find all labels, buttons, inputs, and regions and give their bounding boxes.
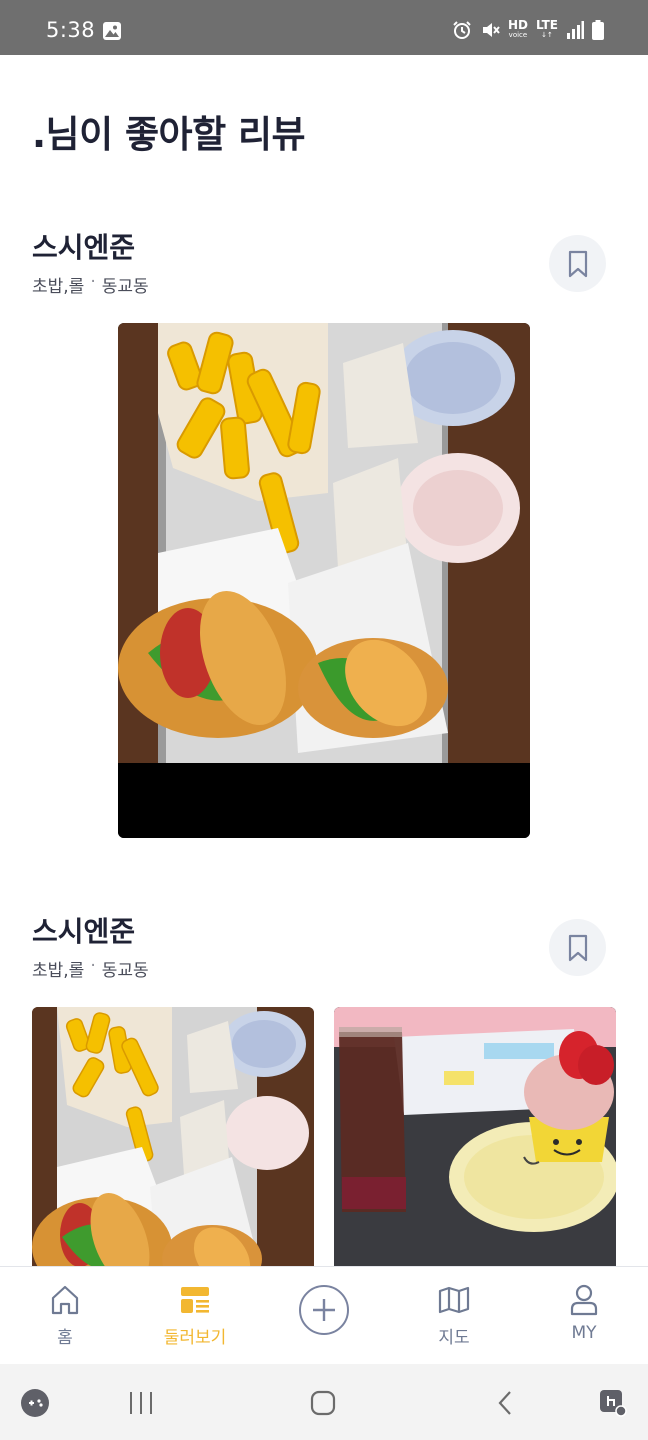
nav-explore[interactable]: 둘러보기 xyxy=(140,1267,250,1365)
profile-icon xyxy=(567,1283,601,1317)
status-time: 5:38 xyxy=(46,18,96,42)
bookmark-icon xyxy=(568,250,587,277)
system-nav-bar xyxy=(0,1364,648,1440)
add-review-button[interactable] xyxy=(299,1285,349,1335)
hd-sub-label: voice xyxy=(508,31,528,39)
signal-icon xyxy=(567,21,584,39)
nav-map-label: 지도 xyxy=(438,1328,470,1348)
bottom-nav: 홈 둘러보기 지도 MY xyxy=(0,1266,648,1364)
shop-location: 동교동 xyxy=(101,961,149,981)
map-icon xyxy=(437,1283,471,1317)
lte-icon: LTE ↓↑ xyxy=(536,19,558,40)
gallery-notification-icon xyxy=(103,22,121,40)
review-photo[interactable] xyxy=(334,1007,616,1267)
burger-fries-shakes-photo xyxy=(32,1007,314,1267)
nav-my-label: MY xyxy=(571,1323,597,1343)
strawberry-donut-drink-photo xyxy=(334,1007,616,1267)
bookmark-button[interactable] xyxy=(549,235,606,292)
shop-category: 초밥,롤 xyxy=(32,961,85,981)
touch-gesture-icon xyxy=(600,1390,627,1417)
review-photo[interactable] xyxy=(32,1007,314,1267)
bookmark-button[interactable] xyxy=(549,919,606,976)
status-icons: HD voice LTE ↓↑ xyxy=(452,18,604,42)
bookmark-icon xyxy=(568,934,587,961)
nav-map[interactable]: 지도 xyxy=(399,1267,509,1365)
nav-explore-label: 둘러보기 xyxy=(163,1328,227,1348)
game-controller-icon xyxy=(21,1389,49,1417)
shop-meta: 초밥,롤 · 동교동 xyxy=(32,272,149,297)
meta-separator: · xyxy=(90,956,96,976)
meta-separator: · xyxy=(90,272,96,292)
nav-home-label: 홈 xyxy=(57,1328,73,1348)
status-bar: 5:38 HD voice LTE ↓↑ xyxy=(0,0,648,55)
page-title: .님이 좋아할 리뷰 xyxy=(32,113,306,156)
accessibility-button[interactable] xyxy=(598,1388,628,1418)
recent-apps-button[interactable] xyxy=(126,1388,156,1418)
burger-fries-shakes-photo xyxy=(118,323,530,838)
shop-name[interactable]: 스시엔준 xyxy=(32,226,135,266)
back-button[interactable] xyxy=(490,1388,520,1418)
nav-my[interactable]: MY xyxy=(529,1267,639,1365)
review-photo[interactable] xyxy=(118,323,530,838)
alarm-icon xyxy=(453,21,471,39)
home-button[interactable] xyxy=(308,1388,338,1418)
battery-icon xyxy=(592,20,604,40)
nav-home[interactable]: 홈 xyxy=(10,1267,120,1365)
mute-icon xyxy=(482,23,500,37)
explore-icon xyxy=(178,1283,212,1317)
hd-voice-icon: HD voice xyxy=(508,19,528,40)
back-chevron-icon xyxy=(498,1391,511,1415)
review-photo-grid xyxy=(32,1007,616,1267)
shop-meta: 초밥,롤 · 동교동 xyxy=(32,956,149,981)
shop-category: 초밥,롤 xyxy=(32,277,85,297)
recent-apps-icon xyxy=(130,1392,152,1414)
shop-location: 동교동 xyxy=(101,277,149,297)
add-icon xyxy=(313,1299,335,1321)
game-launcher-button[interactable] xyxy=(20,1388,50,1418)
shop-name[interactable]: 스시엔준 xyxy=(32,910,135,950)
home-icon xyxy=(48,1283,82,1317)
home-square-icon xyxy=(310,1390,336,1416)
